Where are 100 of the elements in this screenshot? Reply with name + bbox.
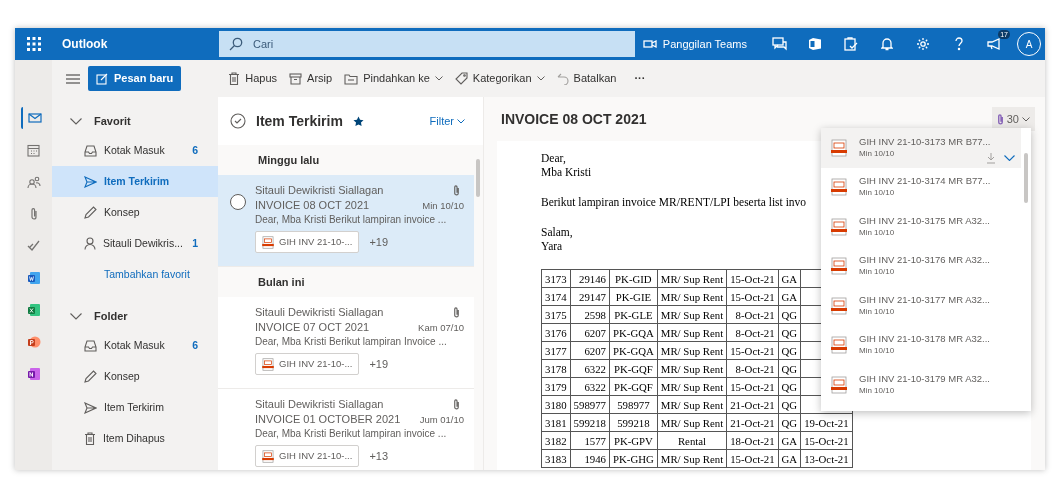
table-cell: QG (778, 413, 801, 432)
table-cell: 15-Oct-21 (726, 287, 779, 306)
attachment-date: Min 10/10 (859, 305, 896, 318)
table-cell: 21-Oct-21 (726, 395, 779, 414)
table-cell: QG (778, 377, 801, 396)
powerpoint-app-icon[interactable] (26, 335, 41, 349)
message-item[interactable]: Sitauli Dewikristi Siallagan INVOICE 08 OCT 2021 Min 10/10 Dear, Mba Kristi Berikut lampiran invoice ... GIH INV 21-10-... +19 (218, 175, 474, 267)
waffle-icon (26, 37, 41, 51)
send-icon (84, 175, 97, 188)
table-cell: QG (778, 305, 801, 324)
select-all-icon[interactable] (230, 113, 246, 129)
folder-item[interactable]: Konsep (52, 361, 218, 392)
pdf-file-icon (831, 138, 847, 157)
message-preview: Dear, Mba Kristi Berikut lampiran invoice ... (255, 427, 448, 441)
chat-icon[interactable] (771, 37, 787, 51)
table-cell: 6322 (570, 377, 610, 396)
table-cell: 599218 (609, 413, 658, 432)
select-radio[interactable] (230, 194, 246, 210)
attachment-chip[interactable]: GIH INV 21-10-... (255, 445, 360, 467)
delete-button[interactable]: Hapus (222, 64, 284, 93)
pdf-file-icon (831, 217, 847, 236)
table-cell: 2598 (570, 305, 610, 324)
mail-icon[interactable] (27, 113, 42, 123)
folder-item[interactable]: Item Dihapus (52, 423, 218, 454)
undo-icon (556, 72, 569, 85)
folder-section-header[interactable]: Favorit (52, 107, 137, 135)
chevron-down-icon (1022, 116, 1030, 122)
table-cell: 8-Oct-21 (726, 323, 779, 342)
archive-icon (289, 72, 303, 85)
checkmark-icon[interactable] (27, 240, 40, 252)
word-app-icon[interactable] (26, 271, 41, 285)
undo-button[interactable]: Batalkan (550, 64, 623, 93)
table-cell: 15-Oct-21 (726, 341, 779, 360)
attachment-date: Min 10/10 (859, 384, 896, 397)
attachment-date: Min 10/10 (859, 226, 896, 239)
send-icon (84, 401, 97, 414)
message-item[interactable]: Sitauli Dewikristi Siallagan INVOICE 07 OCT 2021 Kam 07/10 Dear, Mba Kristi Berikut lampiran Invoice ... GIH INV 21-10-... +19 (218, 297, 474, 389)
table-cell: 3182 (541, 431, 571, 450)
search-field[interactable]: Cari (219, 31, 635, 57)
pencil-icon (84, 206, 97, 219)
table-cell: PK-GHG (609, 449, 658, 468)
new-message-button[interactable]: Pesan baru (88, 66, 182, 91)
add-favorite-link[interactable]: Tambahkan favorit (52, 259, 218, 290)
paperclip-icon[interactable] (29, 207, 38, 221)
table-cell: PK-GQF (609, 359, 658, 378)
table-cell: MR/ Sup Rent (657, 323, 727, 342)
folder-item[interactable]: Item Terkirim (52, 392, 218, 423)
table-cell: 13-Oct-21 (800, 449, 853, 468)
folder-item[interactable]: Kotak Masuk 6 (52, 330, 218, 361)
menu-icon (66, 73, 80, 84)
table-cell: 3178 (541, 359, 571, 378)
folder-item[interactable]: Item Terkirim (52, 166, 218, 197)
table-cell: 21-Oct-21 (726, 413, 779, 432)
folder-item[interactable]: Kotak Masuk 6 (52, 135, 218, 166)
megaphone-icon[interactable] (987, 38, 1003, 50)
message-sender: Sitauli Dewikristi Siallagan (255, 397, 384, 412)
categorize-button[interactable]: Kategorikan (448, 64, 551, 93)
attachment-chip[interactable]: GIH INV 21-10-... (255, 353, 360, 375)
chevron-down-icon (457, 118, 465, 124)
attachments-button[interactable]: 30 (991, 107, 1035, 131)
table-cell: 3175 (541, 305, 571, 324)
scrollbar-thumb[interactable] (476, 159, 480, 197)
notification-bell-icon[interactable] (881, 37, 893, 51)
filter-button[interactable]: Filter (423, 111, 471, 131)
email-subject: INVOICE 08 OCT 2021 (501, 109, 647, 129)
table-cell: 8-Oct-21 (726, 359, 779, 378)
table-cell: PK-GLE (609, 305, 658, 324)
attachment-item[interactable]: GIH INV 21-10-3173 MR B77... Min 10/10 (821, 128, 1021, 168)
move-to-button[interactable]: Pindahkan ke (338, 64, 449, 93)
table-cell: 3181 (541, 413, 571, 432)
attachment-name: GIH INV 21-10-3176 MR A32... (859, 254, 990, 267)
attachment-chip[interactable]: GIH INV 21-10-... (255, 231, 360, 253)
folder-title: Item Terkirim (256, 111, 343, 131)
pdf-file-icon (831, 336, 847, 355)
help-icon[interactable] (954, 37, 964, 51)
table-cell: MR/ Sup Rent (657, 287, 727, 306)
chevron-down-icon[interactable] (1004, 154, 1015, 161)
excel-app-icon[interactable] (26, 303, 41, 317)
folder-section-header[interactable]: Folder (52, 302, 134, 330)
table-cell: QG (778, 395, 801, 414)
people-icon[interactable] (26, 175, 41, 189)
archive-button[interactable]: Arsip (283, 64, 339, 93)
more-attachments-count: +19 (369, 356, 389, 372)
calendar-icon[interactable] (27, 143, 40, 157)
onenote-app-icon[interactable] (26, 367, 41, 381)
folder-item[interactable]: Konsep (52, 197, 218, 228)
message-subject: INVOICE 01 OCTOBER 2021 (255, 412, 401, 427)
message-item[interactable]: Sitauli Dewikristi Siallagan INVOICE 01 OCTOBER 2021 Jum 01/10 Dear, Mba Kristi Berikut lampiran invoice ... GIH INV 21-10-... +13 (218, 389, 474, 470)
scrollbar-thumb[interactable] (1024, 153, 1028, 203)
attachment-date: Min 10/10 (859, 147, 896, 160)
table-cell: GA (778, 269, 801, 288)
clipboard-check-icon[interactable] (843, 37, 859, 51)
teams-call-button[interactable]: Panggilan Teams (636, 28, 753, 60)
paperclip-icon (453, 398, 460, 411)
more-button[interactable]: ··· (628, 64, 652, 93)
table-cell: PK-GID (609, 269, 658, 288)
email-paragraph: Berikut lampiran invoice MR/RENT/LPI beserta list invo (541, 195, 807, 209)
settings-icon[interactable] (916, 37, 930, 51)
folder-item[interactable]: Sitauli Dewikris... 1 (52, 228, 218, 259)
search-icon (229, 37, 243, 51)
